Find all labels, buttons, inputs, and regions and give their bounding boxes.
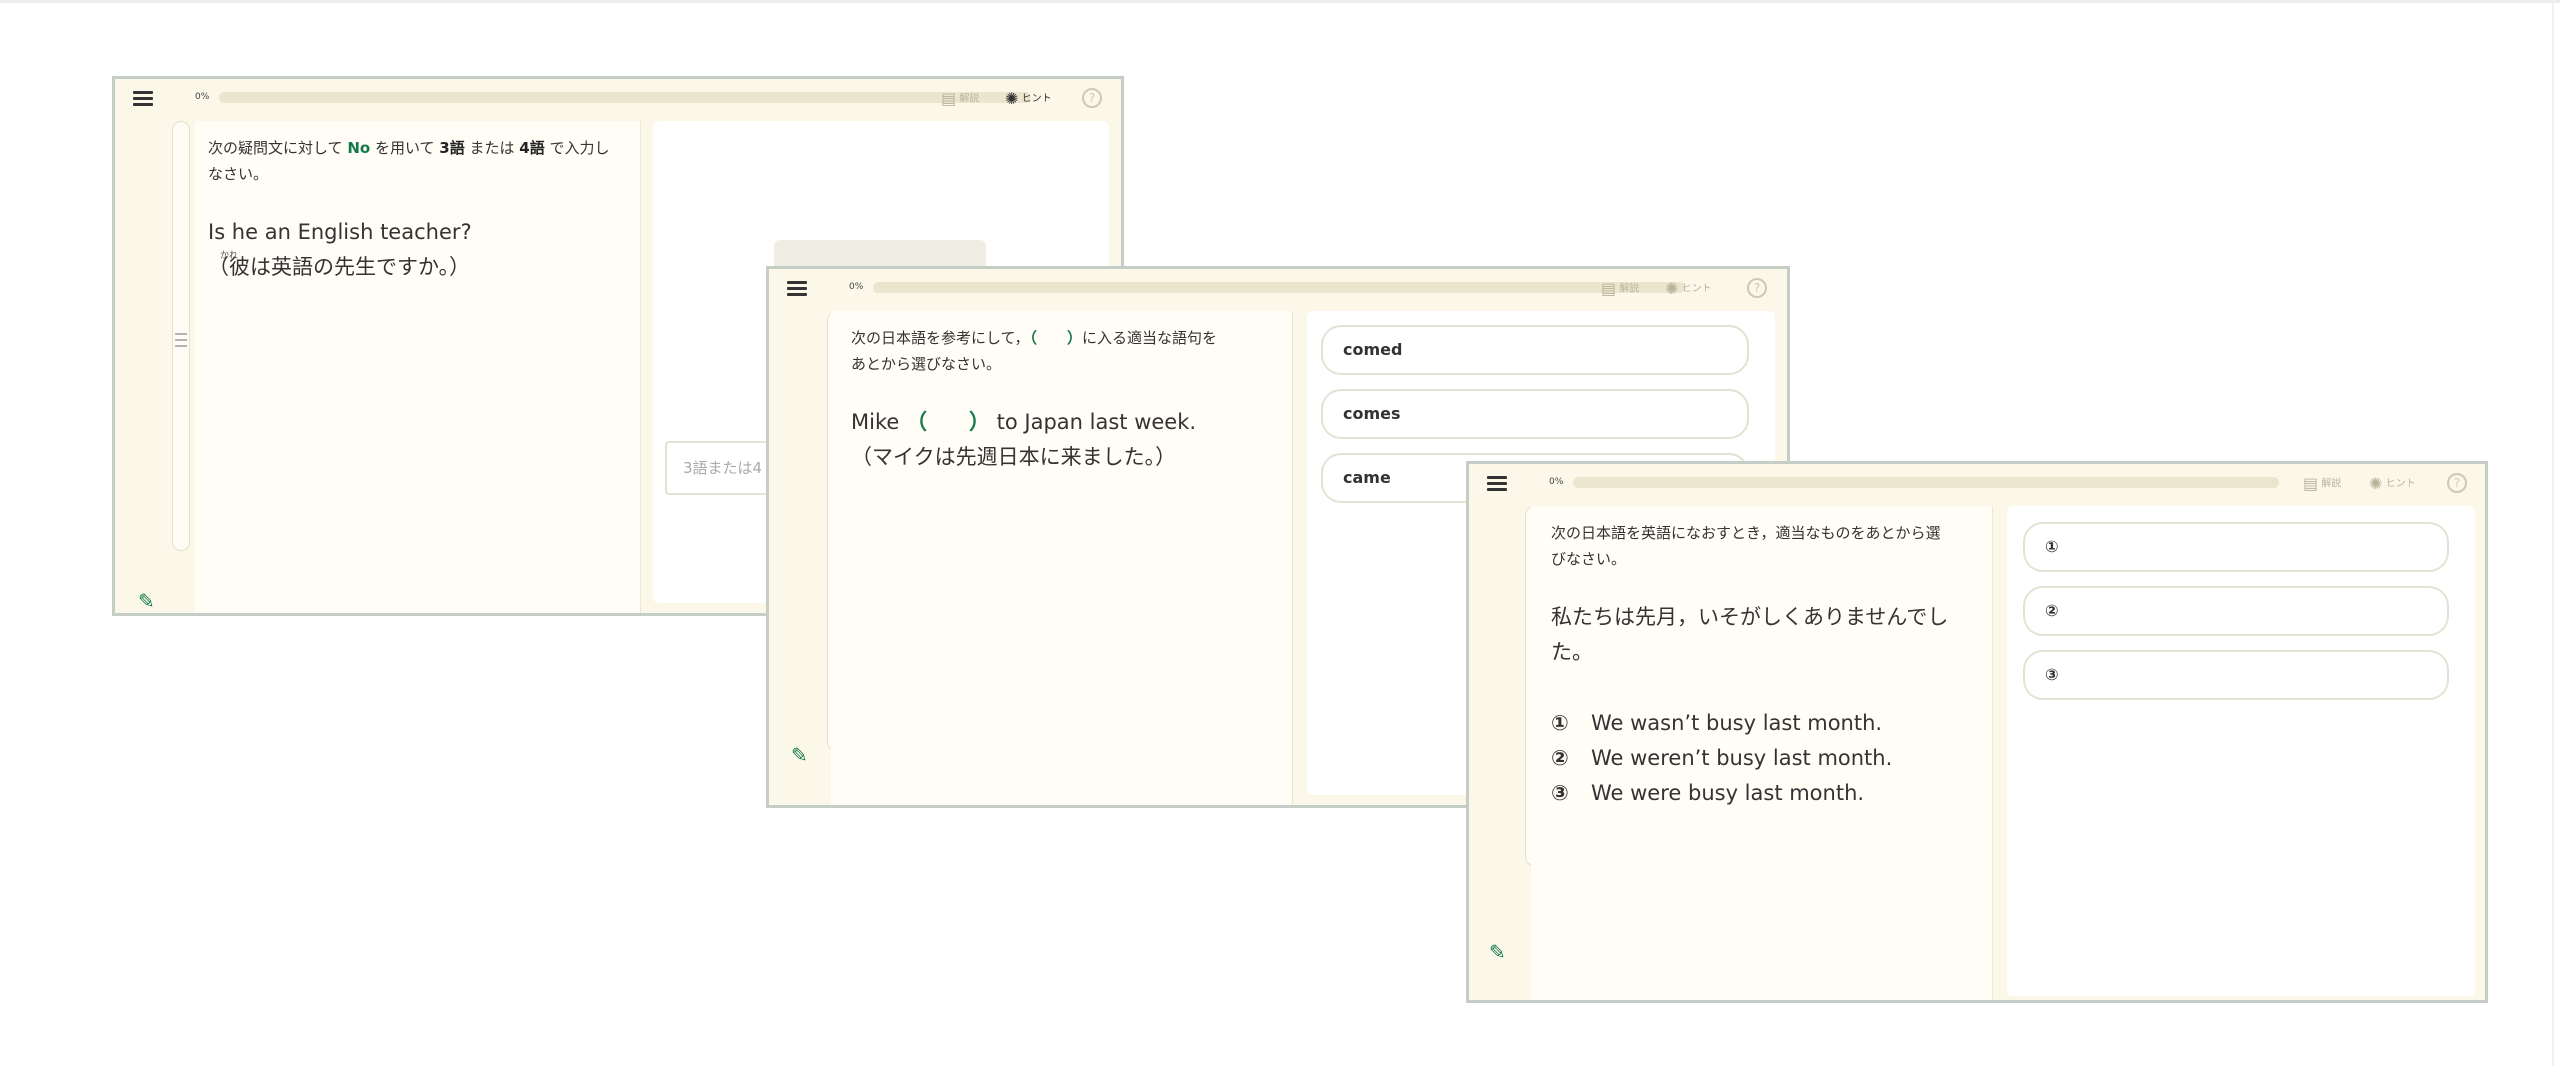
- tool-column: ✎ ◆: [1469, 506, 1543, 1000]
- hint-button[interactable]: ✺ ヒント: [2369, 474, 2416, 493]
- hint-label: ヒント: [2385, 478, 2416, 490]
- hint-button[interactable]: ✺ ヒント: [1005, 89, 1052, 108]
- lightbulb-icon: ✺: [1005, 89, 1019, 108]
- menu-icon[interactable]: [787, 281, 807, 297]
- explanation-label: 解説: [959, 93, 980, 105]
- memo-icon: ▤: [2303, 474, 2319, 493]
- help-icon[interactable]: ?: [1747, 278, 1767, 298]
- eraser-icon[interactable]: ◆: [791, 799, 806, 805]
- instruction: 次の疑問文に対して No を用いて 3語 または 4語 で入力し なさい。: [208, 139, 610, 183]
- question-text: Mike （ ） to Japan last week. （マイクは先週日本に来…: [851, 410, 1197, 469]
- page-top-border: [0, 0, 2560, 3]
- question-panel: 次の疑問文に対して No を用いて 3語 または 4語 で入力し なさい。 かれ …: [195, 121, 641, 613]
- answer-panel: ① ② ③: [2007, 506, 2475, 996]
- resize-grip-icon[interactable]: [175, 333, 187, 347]
- explanation-button[interactable]: ▤ 解説: [1601, 279, 1639, 298]
- menu-icon[interactable]: [1487, 476, 1507, 492]
- hint-label: ヒント: [1681, 283, 1712, 295]
- option-list: ① We wasn’t busy last month. ② We weren’t …: [1551, 706, 1991, 811]
- hint-button[interactable]: ✺ ヒント: [1665, 279, 1712, 298]
- choice-button[interactable]: ③: [2023, 650, 2449, 700]
- question-text: 私たちは先月，いそがしくありませんでし た。: [1551, 605, 1949, 664]
- pencil-icon[interactable]: ✎: [1489, 940, 1506, 964]
- toolbar: 0% ▤ 解説 ✺ ヒント ?: [1469, 464, 2485, 506]
- page-right-border: [2552, 0, 2554, 1066]
- menu-icon[interactable]: [133, 91, 153, 107]
- pencil-icon[interactable]: ✎: [138, 589, 155, 613]
- toolbar: 0% ▤ 解説 ✺ ヒント ?: [769, 269, 1787, 311]
- tool-column: ✎ ◆: [769, 311, 845, 805]
- progress-bar: [219, 92, 1031, 103]
- progress-label: 0%: [1549, 477, 1564, 487]
- choice-button[interactable]: comes: [1321, 389, 1749, 439]
- help-icon[interactable]: ?: [2447, 473, 2467, 493]
- hint-label: ヒント: [1021, 93, 1052, 105]
- instruction: 次の日本語を英語になおすとき，適当なものをあとから選 びなさい。: [1551, 524, 1941, 568]
- choice-button[interactable]: ②: [2023, 586, 2449, 636]
- question-text: Is he an English teacher? （彼は英語の先生ですか。）: [208, 220, 472, 279]
- tool-column: ✎ ◆: [115, 121, 190, 613]
- progress-bar: [873, 282, 1685, 293]
- memo-icon: ▤: [941, 89, 957, 108]
- question-panel: 次の日本語を英語になおすとき，適当なものをあとから選 びなさい。 私たちは先月，い…: [1531, 506, 1993, 1000]
- list-item: ① We wasn’t busy last month.: [1551, 711, 1883, 735]
- choice-button[interactable]: ①: [2023, 522, 2449, 572]
- memo-icon: ▤: [1601, 279, 1617, 298]
- eraser-icon[interactable]: ◆: [1489, 996, 1504, 1000]
- pencil-icon[interactable]: ✎: [791, 743, 808, 767]
- question-panel: 次の日本語を参考にして，（ ）に入る適当な語句を あとから選びなさい。 Mike …: [831, 311, 1293, 805]
- lightbulb-icon: ✺: [1665, 279, 1679, 298]
- progress-label: 0%: [195, 92, 210, 102]
- explanation-button[interactable]: ▤ 解説: [2303, 474, 2341, 493]
- explanation-button[interactable]: ▤ 解説: [941, 89, 979, 108]
- help-icon[interactable]: ?: [1082, 88, 1102, 108]
- choice-button[interactable]: comed: [1321, 325, 1749, 375]
- progress-label: 0%: [849, 282, 864, 292]
- explanation-label: 解説: [1619, 283, 1640, 295]
- list-item: ② We weren’t busy last month.: [1551, 746, 1893, 770]
- list-item: ③ We were busy last month.: [1551, 781, 1865, 805]
- toolbar: 0% ▤ 解説 ✺ ヒント ?: [115, 79, 1121, 121]
- explanation-label: 解説: [2321, 478, 2342, 490]
- quiz-window-3: 0% ▤ 解説 ✺ ヒント ? ✎ ◆ 次の日本語を英語になおすとき，適当なもの…: [1466, 461, 2488, 1003]
- instruction: 次の日本語を参考にして，（ ）に入る適当な語句を あとから選びなさい。: [851, 329, 1218, 373]
- progress-bar: [1573, 477, 2279, 488]
- lightbulb-icon: ✺: [2369, 474, 2383, 493]
